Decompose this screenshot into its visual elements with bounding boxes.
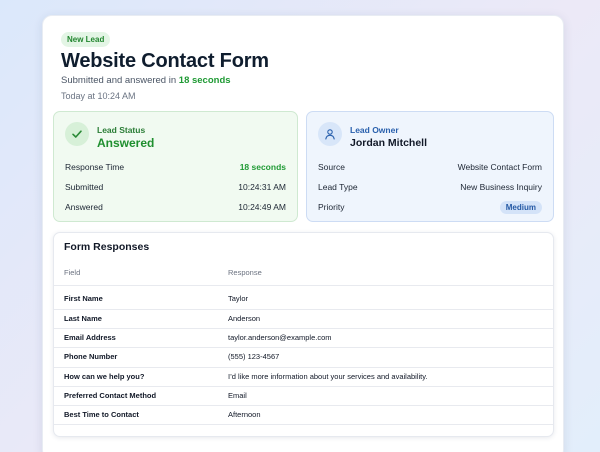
field-response: Taylor <box>228 294 249 303</box>
owner-row-lead-type: Lead Type New Business Inquiry <box>318 180 542 194</box>
row-divider <box>54 424 553 425</box>
status-row-response-time: Response Time 18 seconds <box>65 160 286 174</box>
table-row: Best Time to Contact Afternoon <box>64 405 553 424</box>
summary-prefix: Submitted and answered in <box>61 75 179 86</box>
field-response: Email <box>228 391 247 400</box>
row-label: Lead Type <box>318 182 358 192</box>
form-responses-title: Form Responses <box>64 241 150 253</box>
field-response: taylor.anderson@example.com <box>228 333 332 342</box>
row-value: Website Contact Form <box>457 162 542 172</box>
submission-timestamp: Today at 10:24 AM <box>61 91 136 101</box>
field-name: Last Name <box>64 314 102 323</box>
table-row: How can we help you? I’d like more infor… <box>64 367 553 386</box>
table-row: First Name Taylor <box>64 289 553 308</box>
lead-owner-label: Lead Owner <box>350 125 399 135</box>
row-label: Answered <box>65 202 103 212</box>
field-response: I’d like more information about your ser… <box>228 372 428 381</box>
lead-owner-panel: Lead Owner Jordan Mitchell Source Websit… <box>306 111 554 222</box>
priority-badge: Medium <box>499 200 542 214</box>
header-divider <box>54 285 553 286</box>
row-label: Priority <box>318 202 345 212</box>
table-row: Preferred Contact Method Email <box>64 386 553 405</box>
page-title: Website Contact Form <box>61 50 269 72</box>
lead-owner-name: Jordan Mitchell <box>350 137 428 149</box>
row-label: Source <box>318 162 345 172</box>
field-response: (555) 123-4567 <box>228 352 280 361</box>
submission-summary: Submitted and answered in 18 seconds <box>61 75 231 86</box>
form-responses-card: Form Responses Field Response First Name… <box>53 232 554 437</box>
row-value: 10:24:49 AM <box>238 202 286 212</box>
user-icon <box>318 122 342 146</box>
lead-status-label: Lead Status <box>97 125 146 135</box>
row-value: 10:24:31 AM <box>238 182 286 192</box>
column-header-field: Field <box>64 268 81 277</box>
row-label: Submitted <box>65 182 104 192</box>
table-row: Last Name Anderson <box>64 309 553 328</box>
field-name: Email Address <box>64 333 116 342</box>
table-row: Phone Number (555) 123-4567 <box>64 347 553 366</box>
field-name: Preferred Contact Method <box>64 391 157 400</box>
check-icon <box>65 122 89 146</box>
lead-card: New Lead Website Contact Form Submitted … <box>42 15 564 452</box>
table-row: Email Address taylor.anderson@example.co… <box>64 328 553 347</box>
summary-duration: 18 seconds <box>178 75 231 86</box>
row-label: Response Time <box>65 162 125 172</box>
field-name: How can we help you? <box>64 372 145 381</box>
status-row-submitted: Submitted 10:24:31 AM <box>65 180 286 194</box>
field-name: First Name <box>64 294 103 303</box>
new-lead-badge: New Lead <box>61 32 111 47</box>
lead-status-value: Answered <box>97 136 155 150</box>
field-name: Phone Number <box>64 352 118 361</box>
table-header: Field Response <box>64 268 553 285</box>
owner-row-priority: Priority Medium <box>318 200 542 214</box>
status-row-answered: Answered 10:24:49 AM <box>65 200 286 214</box>
owner-row-source: Source Website Contact Form <box>318 160 542 174</box>
field-name: Best Time to Contact <box>64 410 139 419</box>
column-header-response: Response <box>228 268 262 277</box>
row-value: 18 seconds <box>239 162 286 172</box>
field-response: Anderson <box>228 314 261 323</box>
lead-status-panel: Lead Status Answered Response Time 18 se… <box>53 111 298 222</box>
row-value: New Business Inquiry <box>460 182 542 192</box>
field-response: Afternoon <box>228 410 261 419</box>
